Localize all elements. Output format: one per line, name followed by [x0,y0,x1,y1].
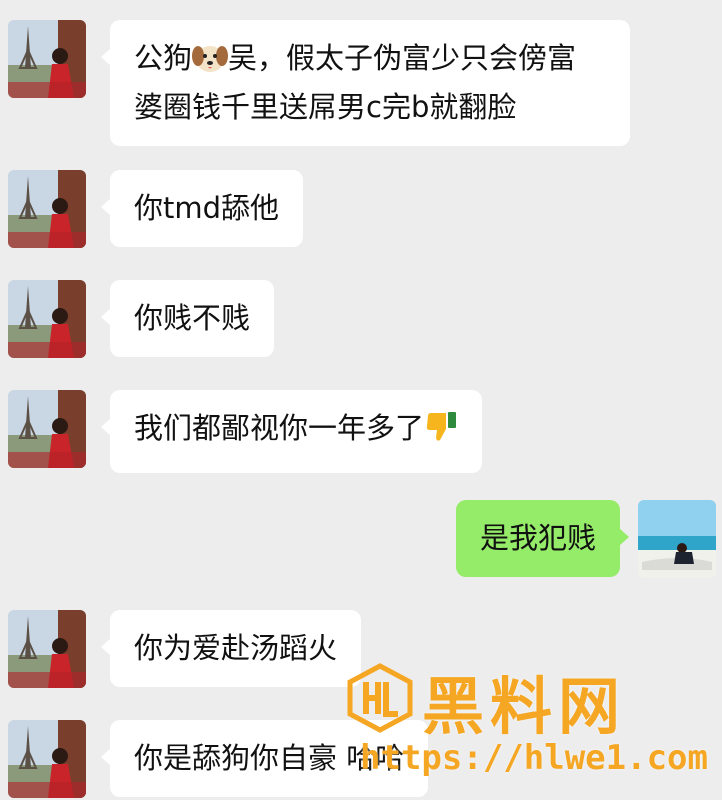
message-bubble[interactable]: 你贱不贱 [100,280,275,357]
message-bubble[interactable]: 你tmd舔他 [100,170,304,247]
avatar[interactable] [8,280,86,358]
avatar[interactable] [638,500,716,578]
avatar[interactable] [8,610,86,688]
message-text: 我们都鄙视你一年多了 [134,411,425,445]
message-bubble[interactable]: 你为爱赴汤蹈火 [100,610,362,687]
eiffel-avatar-icon [8,390,86,468]
message-text: 吴，假太子伪富少只会傍富 [228,41,577,75]
message-text: 公狗 [134,41,193,75]
message-text: 婆圈钱千里送屌男c完b就翻脸 [134,90,517,124]
message-text: 你贱不贱 [134,301,251,335]
eiffel-avatar-icon [8,610,86,688]
message-bubble[interactable]: 公狗 吴，假太子伪富少只会傍富 婆圈钱千里送屌男c完b就翻脸 [101,20,630,146]
watermark: 黑料网 https://hlwe1.com [340,656,708,796]
message-text: 你为爱赴汤蹈火 [134,631,338,665]
watermark-title: 黑料网 [422,670,627,743]
watermark-url[interactable]: https://hlwe1.com [360,738,708,778]
eiffel-avatar-icon [8,170,86,248]
message-bubble[interactable]: 我们都鄙视你一年多了 [100,390,483,473]
avatar[interactable] [8,720,86,798]
eiffel-avatar-icon [8,20,86,98]
avatar[interactable] [8,20,86,98]
avatar[interactable] [8,170,86,248]
thumbs-down-icon [424,410,458,456]
message-text: 你tmd舔他 [134,191,280,225]
dog-face-icon [192,42,229,86]
message-text: 是我犯贱 [479,521,596,555]
beach-avatar-icon [638,500,716,578]
eiffel-avatar-icon [8,720,86,798]
watermark-logo-icon [344,662,416,738]
avatar[interactable] [8,390,86,468]
message-bubble[interactable]: 是我犯贱 [455,500,630,577]
eiffel-avatar-icon [8,280,86,358]
